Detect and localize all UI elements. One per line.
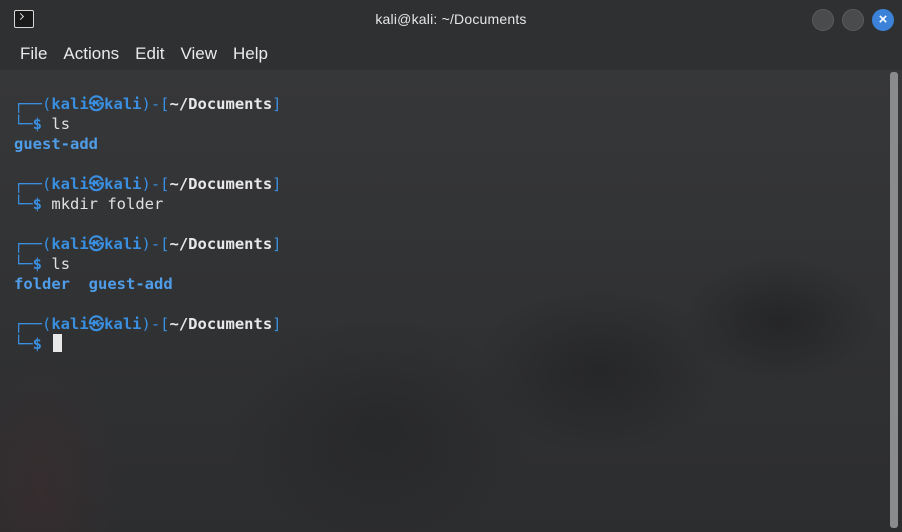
prompt-corner: └─ <box>14 115 33 133</box>
command-text: ls <box>51 115 71 133</box>
prompt-path: ~/Documents <box>169 315 273 333</box>
title-bar[interactable]: kali@kali: ~/Documents × <box>0 0 902 38</box>
scrollbar[interactable] <box>888 70 902 532</box>
terminal-output[interactable]: ┌──(kali㉿kali)-[~/Documents] └─$ ls guest-… <box>0 70 888 532</box>
prompt-at-symbol: ㉿ <box>88 175 105 193</box>
prompt-dollar: $ <box>32 115 43 133</box>
menu-view[interactable]: View <box>172 40 225 68</box>
close-icon[interactable]: × <box>872 9 894 31</box>
scrollbar-thumb[interactable] <box>890 72 898 528</box>
command-output: guest-add <box>14 134 888 154</box>
prompt-bracket: )-[ <box>141 95 170 113</box>
prompt-bracket: )-[ <box>141 175 170 193</box>
prompt-host: kali <box>104 235 142 253</box>
menu-help[interactable]: Help <box>225 40 276 68</box>
prompt-line-command: └─$ ls <box>14 114 888 134</box>
prompt-bracket: ┌──( <box>14 235 52 253</box>
prompt-corner: └─ <box>14 255 33 273</box>
prompt-host: kali <box>104 315 142 333</box>
directory-entry: folder <box>14 275 70 293</box>
prompt-bracket: ┌──( <box>14 95 52 113</box>
prompt-at-symbol: ㉿ <box>88 95 105 113</box>
directory-entry: guest-add <box>88 275 173 293</box>
prompt-bracket: )-[ <box>141 235 170 253</box>
prompt-bracket: ] <box>272 235 282 253</box>
prompt-host: kali <box>104 175 142 193</box>
window-title: kali@kali: ~/Documents <box>375 11 527 27</box>
prompt-line-top: ┌──(kali㉿kali)-[~/Documents] <box>14 94 888 114</box>
menu-file[interactable]: File <box>12 40 55 68</box>
menu-bar: File Actions Edit View Help <box>0 38 902 70</box>
prompt-corner: └─ <box>14 335 33 353</box>
prompt-dollar: $ <box>32 335 43 353</box>
prompt-path: ~/Documents <box>169 235 273 253</box>
text-cursor[interactable] <box>53 334 63 352</box>
prompt-path: ~/Documents <box>169 95 273 113</box>
menu-edit[interactable]: Edit <box>127 40 172 68</box>
prompt-at-symbol: ㉿ <box>88 315 105 333</box>
prompt-line-top: ┌──(kali㉿kali)-[~/Documents] <box>14 234 888 254</box>
prompt-line-command: └─$ ls <box>14 254 888 274</box>
prompt-bracket: ┌──( <box>14 315 52 333</box>
command-text: ls <box>51 255 71 273</box>
prompt-dollar: $ <box>32 195 43 213</box>
prompt-dollar: $ <box>32 255 43 273</box>
prompt-bracket: ┌──( <box>14 175 52 193</box>
menu-actions[interactable]: Actions <box>55 40 127 68</box>
prompt-line-top: ┌──(kali㉿kali)-[~/Documents] <box>14 314 888 334</box>
prompt-line-command: └─$ <box>14 334 888 354</box>
prompt-corner: └─ <box>14 195 33 213</box>
maximize-icon[interactable] <box>842 9 864 31</box>
terminal-app-icon[interactable] <box>14 10 34 28</box>
prompt-user: kali <box>51 315 89 333</box>
prompt-user: kali <box>51 95 89 113</box>
minimize-icon[interactable] <box>812 9 834 31</box>
prompt-line-command: └─$ mkdir folder <box>14 194 888 214</box>
prompt-user: kali <box>51 175 89 193</box>
prompt-user: kali <box>51 235 89 253</box>
prompt-bracket: )-[ <box>141 315 170 333</box>
prompt-path: ~/Documents <box>169 175 273 193</box>
output-separator <box>70 275 89 293</box>
command-output: folder guest-add <box>14 274 888 294</box>
directory-entry: guest-add <box>14 135 98 153</box>
prompt-bracket: ] <box>272 95 282 113</box>
prompt-bracket: ] <box>272 175 282 193</box>
terminal-window: kali@kali: ~/Documents × File Actions Ed… <box>0 0 902 532</box>
command-text: mkdir folder <box>51 195 164 213</box>
prompt-bracket: ] <box>272 315 282 333</box>
prompt-host: kali <box>104 95 142 113</box>
prompt-at-symbol: ㉿ <box>88 235 105 253</box>
prompt-line-top: ┌──(kali㉿kali)-[~/Documents] <box>14 174 888 194</box>
